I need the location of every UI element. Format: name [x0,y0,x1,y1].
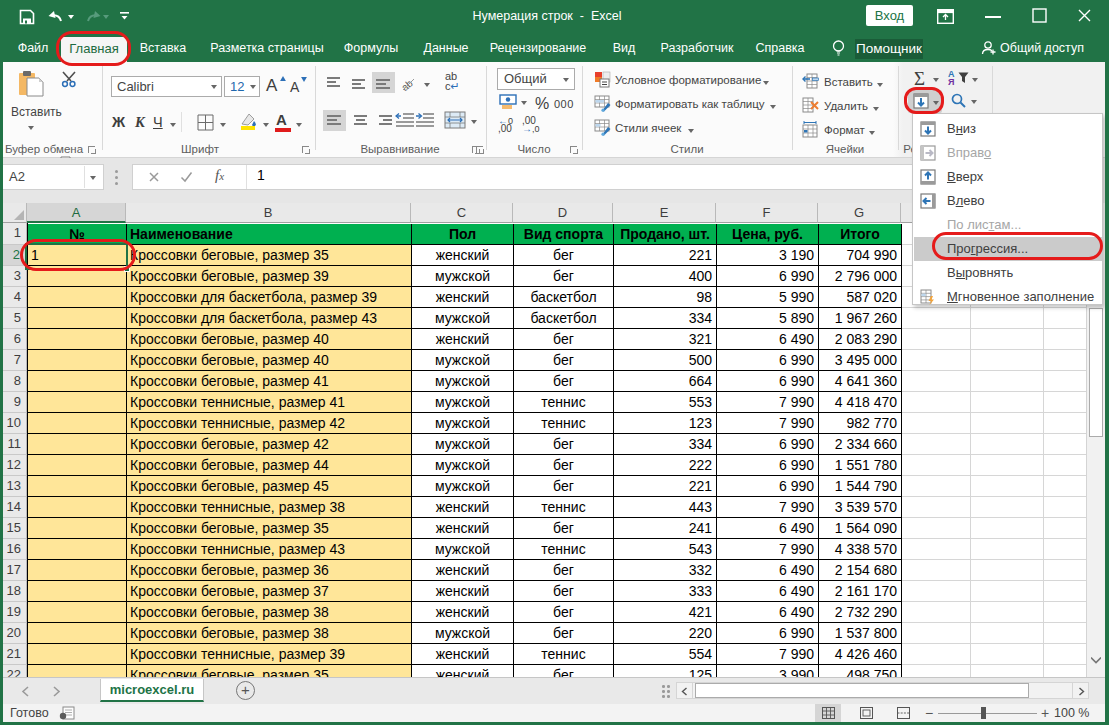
svg-text:ab: ab [399,77,415,92]
